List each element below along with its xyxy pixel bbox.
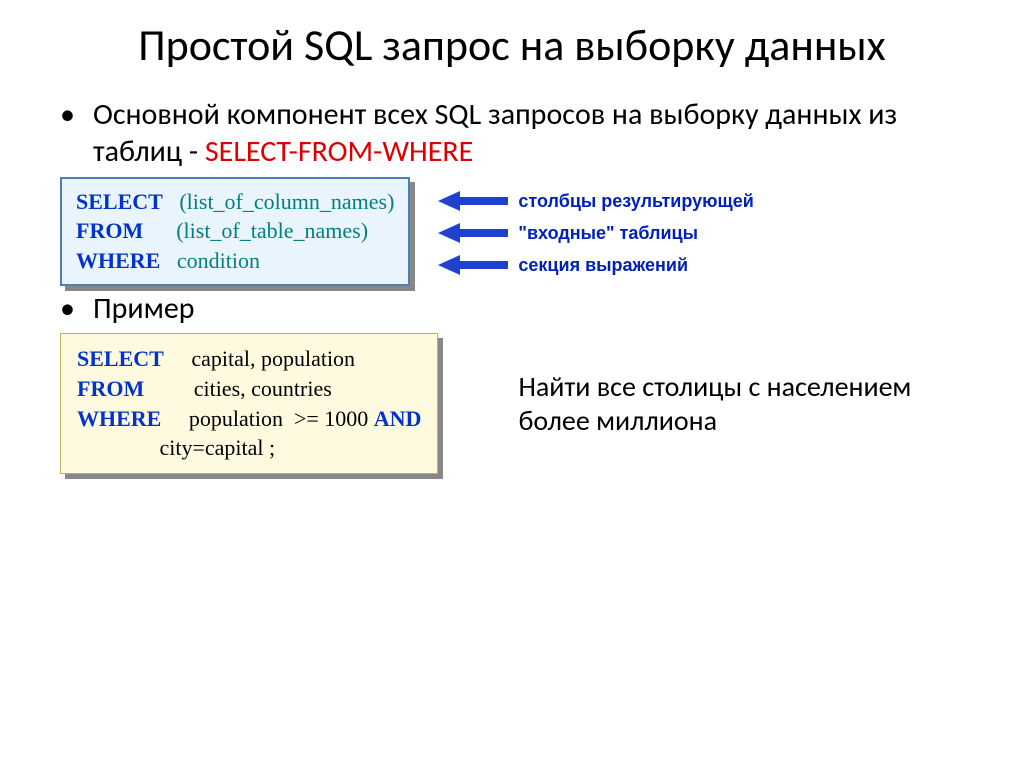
arrow-line-3: секция выражений	[438, 249, 753, 281]
kw-select: SELECT	[76, 189, 163, 214]
arrow-left-icon	[438, 189, 508, 213]
main-bullet: • Основной компонент всех SQL запросов н…	[50, 96, 974, 171]
arrows-block: столбцы результирующей "входные" таблицы…	[438, 185, 753, 281]
bullet-red: SELECT-FROM-WHERE	[205, 133, 473, 170]
bullet-dot: •	[60, 290, 75, 328]
slide-content: Простой SQL запрос на выборку данных • О…	[0, 0, 1024, 768]
val-from: (list_of_table_names)	[176, 218, 368, 243]
ex-kw-and: AND	[374, 406, 422, 431]
sql-template-box: SELECT (list_of_column_names) FROM (list…	[60, 177, 410, 286]
ex-val-where1: population >= 1000	[189, 406, 374, 431]
val-where: condition	[177, 248, 260, 273]
bullet-dot: •	[60, 96, 75, 171]
template-row: SELECT (list_of_column_names) FROM (list…	[50, 177, 974, 286]
arrow-line-2: "входные" таблицы	[438, 217, 753, 249]
ex-kw-where: WHERE	[77, 406, 161, 431]
val-select: (list_of_column_names)	[179, 189, 394, 214]
ex-val-select: capital, population	[191, 346, 355, 371]
ex-val-from: cities, countries	[194, 376, 332, 401]
slide-title: Простой SQL запрос на выборку данных	[50, 20, 974, 71]
arrow-left-icon	[438, 253, 508, 277]
kw-from: FROM	[76, 218, 143, 243]
arrow-line-1: столбцы результирующей	[438, 185, 753, 217]
example-bullet: • Пример	[50, 290, 974, 328]
ex-val-where2: city=capital ;	[160, 435, 276, 460]
ex-kw-from: FROM	[77, 376, 144, 401]
sql-example-box: SELECT capital, population FROM cities, …	[60, 333, 438, 474]
arrow-left-icon	[438, 221, 508, 245]
arrow-label-1: столбцы результирующей	[518, 191, 753, 212]
arrow-label-2: "входные" таблицы	[518, 223, 698, 244]
example-row: SELECT capital, population FROM cities, …	[50, 333, 974, 474]
ex-kw-select: SELECT	[77, 346, 164, 371]
kw-where: WHERE	[76, 248, 160, 273]
main-bullet-text: Основной компонент всех SQL запросов на …	[93, 96, 974, 171]
example-label: Пример	[93, 290, 974, 328]
example-description: Найти все столицы с населением более мил…	[518, 370, 974, 437]
arrow-label-3: секция выражений	[518, 255, 688, 276]
